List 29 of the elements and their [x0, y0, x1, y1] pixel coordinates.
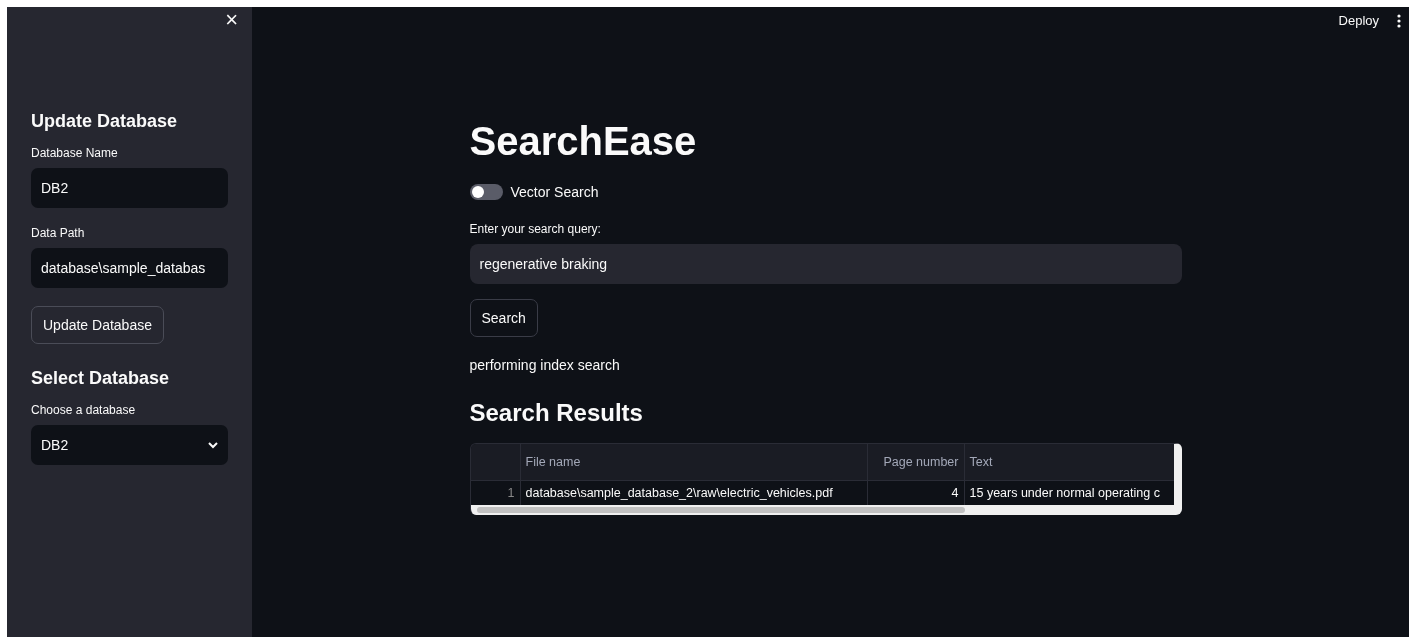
toggle-label: Vector Search — [510, 184, 599, 200]
search-field[interactable]: regenerative braking — [469, 244, 1182, 284]
page-title: SearchEase — [469, 119, 698, 164]
more-icon[interactable] — [1397, 13, 1401, 28]
column-header[interactable]: File name — [525, 455, 581, 469]
table-cell: 15 years under normal operating c — [969, 486, 1160, 500]
input-field[interactable]: DB2 — [31, 168, 228, 208]
section-heading: Select Database — [31, 368, 171, 389]
field-label: Data Path — [31, 226, 85, 240]
field-label: Choose a database — [31, 403, 136, 417]
row-index: 1 — [507, 486, 515, 500]
input-field[interactable]: database\sample_databas — [31, 248, 228, 288]
search-button[interactable]: Search — [469, 299, 538, 337]
deploy-button[interactable]: Deploy — [1338, 13, 1379, 28]
status-text: performing index search — [469, 357, 620, 373]
close-button[interactable]: × — [225, 7, 238, 31]
table-cell: database\sample_database_2\raw\electric_vehicles.pdf — [525, 486, 833, 500]
column-header[interactable]: Page number — [883, 455, 959, 469]
section-heading: Search Results — [469, 399, 644, 427]
table-cell: 4 — [951, 486, 959, 500]
column-header[interactable]: Text — [969, 455, 993, 469]
update-button[interactable]: Update Database — [31, 306, 164, 344]
section-heading: Update Database — [31, 111, 179, 132]
field-label: Enter your search query: — [469, 222, 601, 236]
field-label: Database Name — [31, 146, 118, 160]
scrollbar[interactable] — [470, 505, 1174, 515]
toggle-switch[interactable] — [469, 184, 503, 200]
chevron-down-icon — [208, 441, 218, 449]
database-select[interactable]: DB2 — [31, 425, 228, 465]
